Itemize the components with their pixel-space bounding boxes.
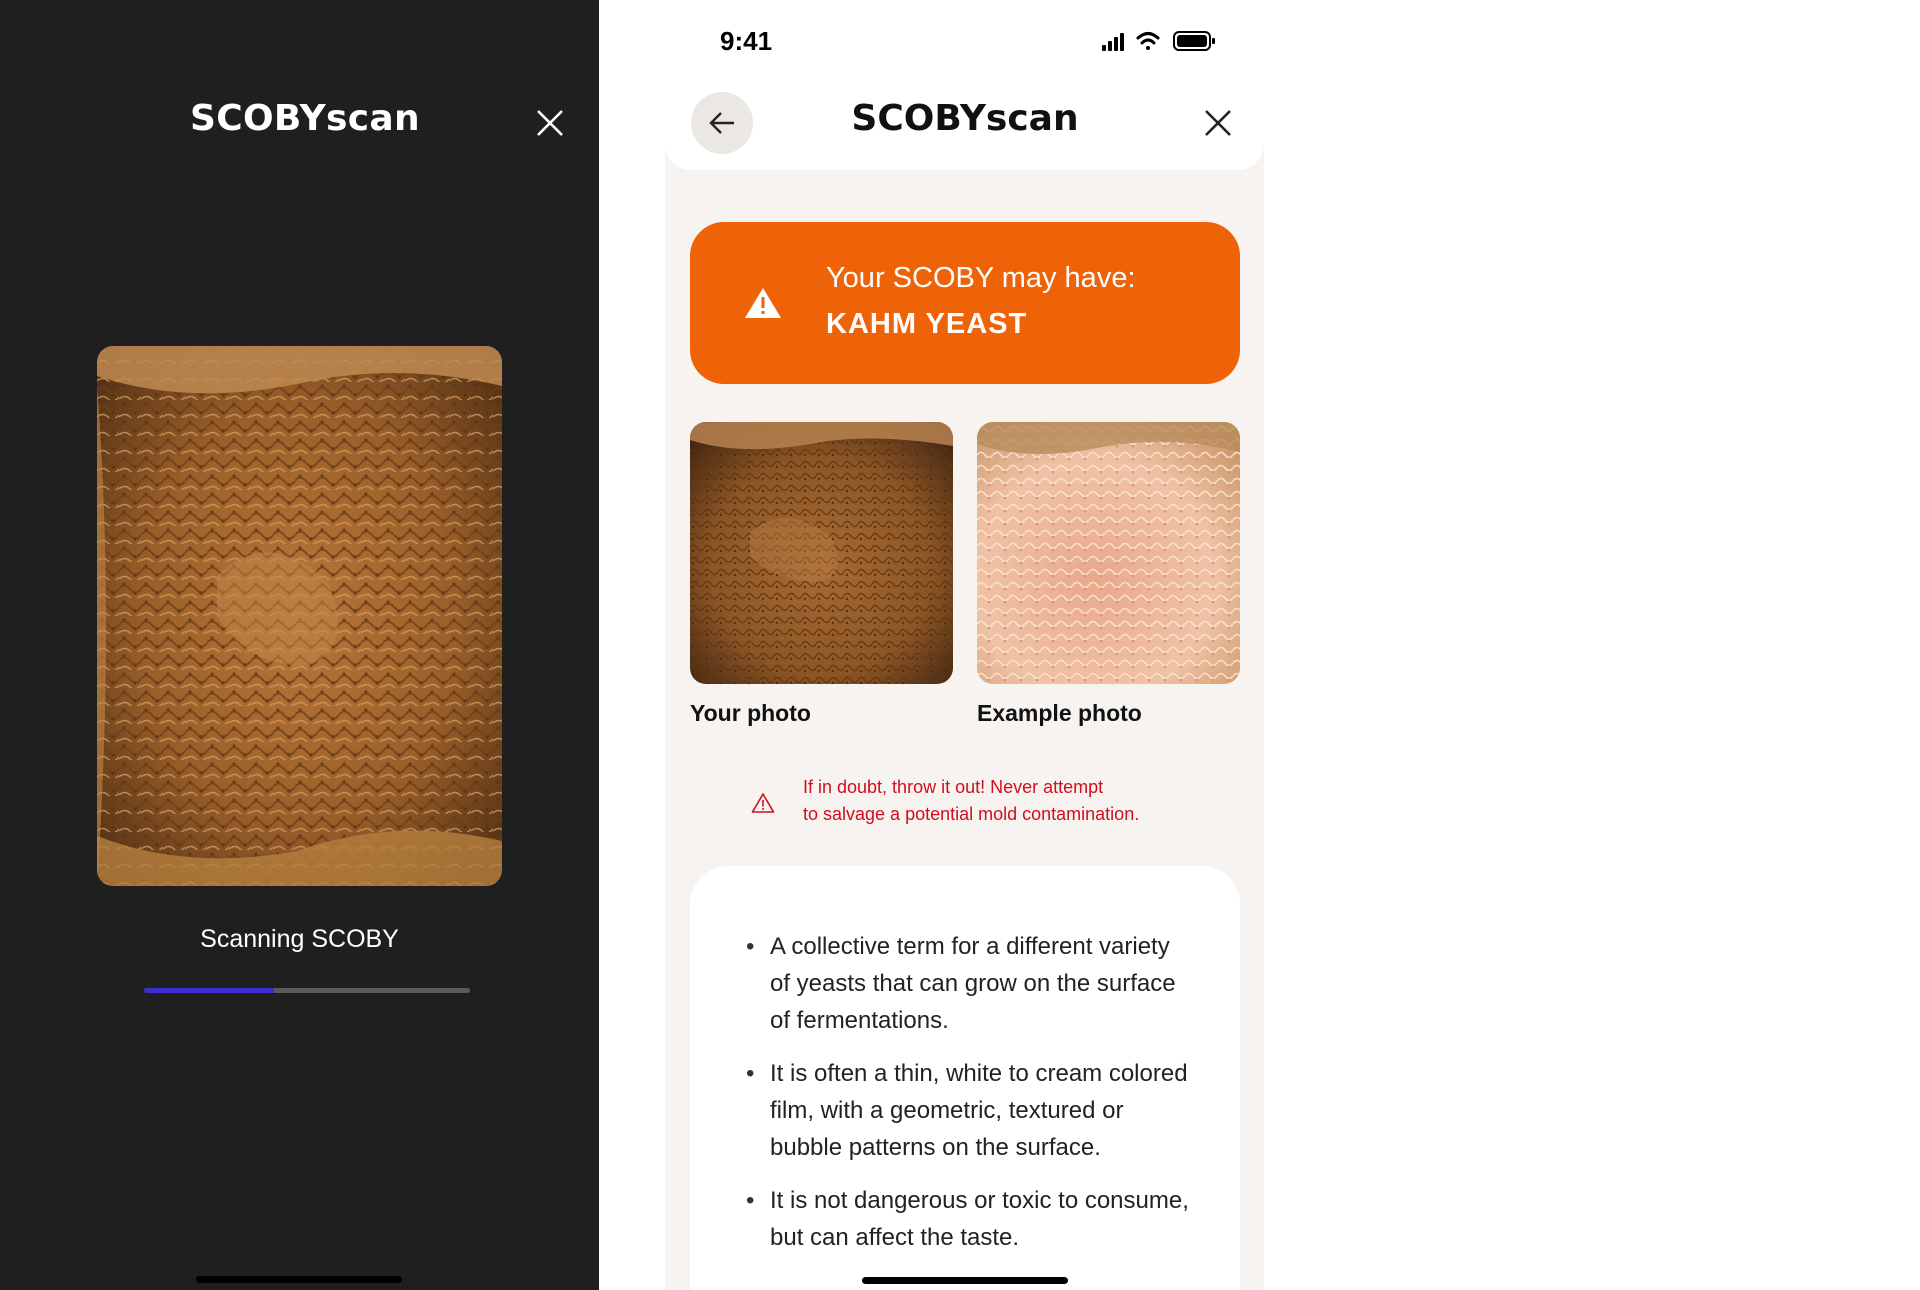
scanning-status: Scanning SCOBY (200, 925, 399, 953)
close-icon[interactable] (534, 107, 566, 139)
diagnosis-name: KAHM YEAST (826, 308, 1028, 340)
info-list: A collective term for a different variet… (746, 928, 1196, 1272)
warning-text-line1: If in doubt, throw it out! Never attempt (803, 777, 1104, 797)
info-card: A collective term for a different variet… (690, 866, 1240, 1290)
alert-heading: Your SCOBY may have: (826, 262, 1136, 294)
your-photo[interactable] (690, 422, 953, 684)
list-item: It is not dangerous or toxic to consume,… (746, 1182, 1196, 1256)
app-title: SCOBYscan (851, 98, 1079, 139)
cellular-signal-icon (1102, 33, 1124, 51)
app-title: SCOBYscan (190, 98, 420, 139)
example-photo[interactable] (977, 422, 1240, 684)
warning-text-line2: to salvage a potential mold contaminatio… (803, 804, 1140, 824)
list-item: A collective term for a different variet… (746, 928, 1196, 1039)
progress-fill (144, 988, 275, 993)
status-time: 9:41 (720, 26, 773, 56)
scanning-screen: SCOBYscan Scanning SCOBY (0, 0, 599, 1290)
battery-icon (1173, 31, 1215, 51)
home-indicator[interactable] (862, 1277, 1068, 1284)
scoby-photo (97, 346, 502, 886)
scan-progress-bar (144, 988, 470, 993)
example-photo-label: Example photo (977, 700, 1142, 726)
status-icons (1102, 31, 1215, 51)
warning-triangle-icon (745, 288, 781, 318)
list-item: It is often a thin, white to cream color… (746, 1055, 1196, 1166)
your-photo-label: Your photo (690, 700, 811, 726)
close-icon[interactable] (1202, 107, 1234, 139)
warning-triangle-icon (751, 793, 775, 813)
home-indicator[interactable] (196, 1276, 402, 1283)
wifi-icon (1136, 32, 1160, 50)
diagnosis-alert: Your SCOBY may have: KAHM YEAST (690, 222, 1240, 384)
